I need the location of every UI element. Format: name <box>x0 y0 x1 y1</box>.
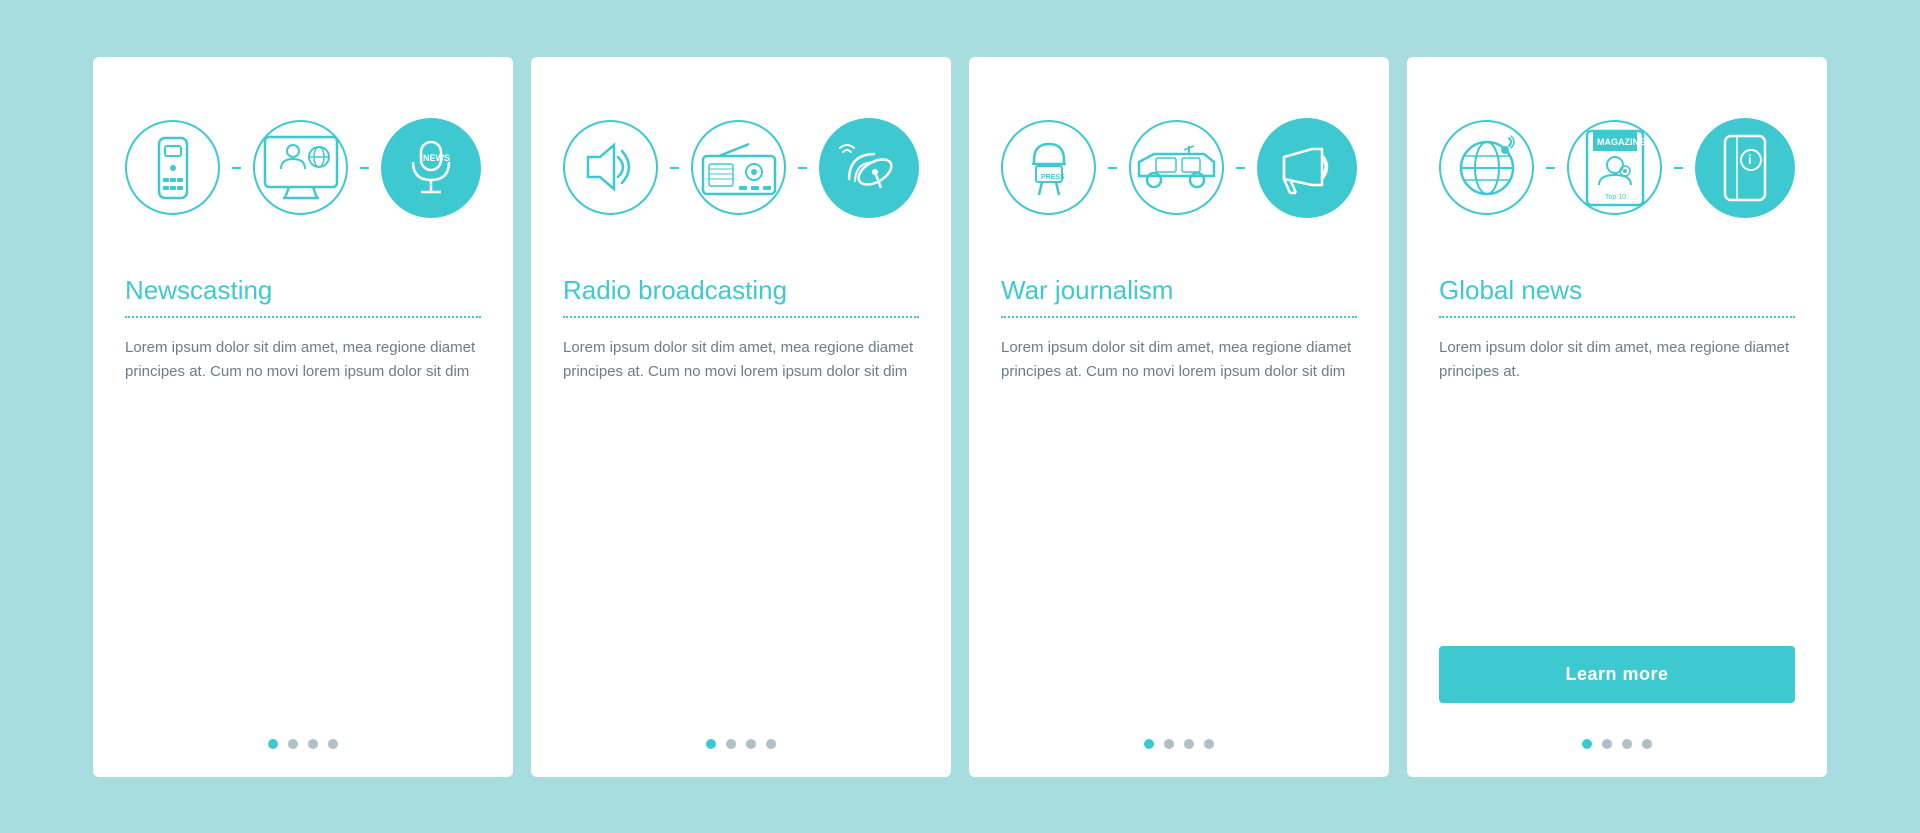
card-text-radio: Lorem ipsum dolor sit dim amet, mea regi… <box>563 336 919 721</box>
card-title-radio: Radio broadcasting <box>563 275 919 306</box>
svg-text:i: i <box>1748 152 1752 167</box>
satellite-icon-wrapper <box>819 118 919 218</box>
dot-2 <box>288 739 298 749</box>
dot-4 <box>328 739 338 749</box>
connector1 <box>232 167 241 169</box>
learn-more-button[interactable]: Learn more <box>1439 646 1795 703</box>
cards-container: NEWS Newscasting Lorem ipsum dolor sit d… <box>53 17 1867 817</box>
remote-icon <box>125 120 220 215</box>
dots-war <box>1144 721 1214 749</box>
dot-1 <box>268 739 278 749</box>
connector3 <box>670 167 679 169</box>
svg-text:PRESS: PRESS <box>1041 174 1065 181</box>
connector8 <box>1674 167 1683 169</box>
dot-4 <box>766 739 776 749</box>
dot-4 <box>1204 739 1214 749</box>
megaphone-icon <box>1257 118 1357 218</box>
dot-3 <box>1622 739 1632 749</box>
globe-icon <box>1439 120 1534 215</box>
speaker-icon <box>563 120 658 215</box>
card-icons-global: MAGAZINE Top 10 <box>1439 93 1795 243</box>
divider-global <box>1439 316 1795 318</box>
dot-2 <box>1164 739 1174 749</box>
svg-text:Top 10: Top 10 <box>1605 194 1626 201</box>
globe-icon-wrapper <box>1439 120 1534 215</box>
dot-1 <box>1582 739 1592 749</box>
journalist-icon: PRESS <box>1001 120 1096 215</box>
radio-icon <box>691 120 786 215</box>
dot-2 <box>726 739 736 749</box>
journalist-icon-wrapper: PRESS <box>1001 120 1096 215</box>
phone-icon-wrapper: i <box>1695 118 1795 218</box>
tv-icon-wrapper <box>253 120 348 215</box>
card-radio-broadcasting: Radio broadcasting Lorem ipsum dolor sit… <box>531 57 951 777</box>
dot-1 <box>706 739 716 749</box>
card-title-war: War journalism <box>1001 275 1357 306</box>
card-text-newscasting: Lorem ipsum dolor sit dim amet, mea regi… <box>125 336 481 721</box>
phone-info-icon: i <box>1695 118 1795 218</box>
satellite-icon <box>819 118 919 218</box>
remote-icon-wrapper <box>125 120 220 215</box>
connector2 <box>360 167 369 169</box>
dot-1 <box>1144 739 1154 749</box>
dot-3 <box>746 739 756 749</box>
mic-icon: NEWS <box>381 118 481 218</box>
dot-2 <box>1602 739 1612 749</box>
card-icons-newscasting: NEWS <box>125 93 481 243</box>
card-title-global: Global news <box>1439 275 1795 306</box>
connector5 <box>1108 167 1117 169</box>
dot-3 <box>308 739 318 749</box>
magazine-icon: MAGAZINE Top 10 <box>1567 120 1662 215</box>
van-icon-wrapper <box>1129 120 1224 215</box>
connector7 <box>1546 167 1555 169</box>
dot-3 <box>1184 739 1194 749</box>
divider-radio <box>563 316 919 318</box>
speaker-icon-wrapper <box>563 120 658 215</box>
card-icons-radio <box>563 93 919 243</box>
divider-war <box>1001 316 1357 318</box>
dots-global <box>1582 721 1652 749</box>
card-war-journalism: PRESS <box>969 57 1389 777</box>
dots-radio <box>706 721 776 749</box>
svg-text:NEWS: NEWS <box>423 153 450 163</box>
magazine-icon-wrapper: MAGAZINE Top 10 <box>1567 120 1662 215</box>
connector6 <box>1236 167 1245 169</box>
card-title-newscasting: Newscasting <box>125 275 481 306</box>
connector4 <box>798 167 807 169</box>
card-text-war: Lorem ipsum dolor sit dim amet, mea regi… <box>1001 336 1357 721</box>
megaphone-icon-wrapper <box>1257 118 1357 218</box>
svg-text:MAGAZINE: MAGAZINE <box>1597 137 1645 147</box>
card-newscasting: NEWS Newscasting Lorem ipsum dolor sit d… <box>93 57 513 777</box>
mic-icon-wrapper: NEWS <box>381 118 481 218</box>
card-text-global: Lorem ipsum dolor sit dim amet, mea regi… <box>1439 336 1795 628</box>
radio-icon-wrapper <box>691 120 786 215</box>
van-icon <box>1129 120 1224 215</box>
tv-icon <box>253 120 348 215</box>
dots-newscasting <box>268 721 338 749</box>
divider-newscasting <box>125 316 481 318</box>
dot-4 <box>1642 739 1652 749</box>
card-global-news: MAGAZINE Top 10 <box>1407 57 1827 777</box>
card-icons-war: PRESS <box>1001 93 1357 243</box>
